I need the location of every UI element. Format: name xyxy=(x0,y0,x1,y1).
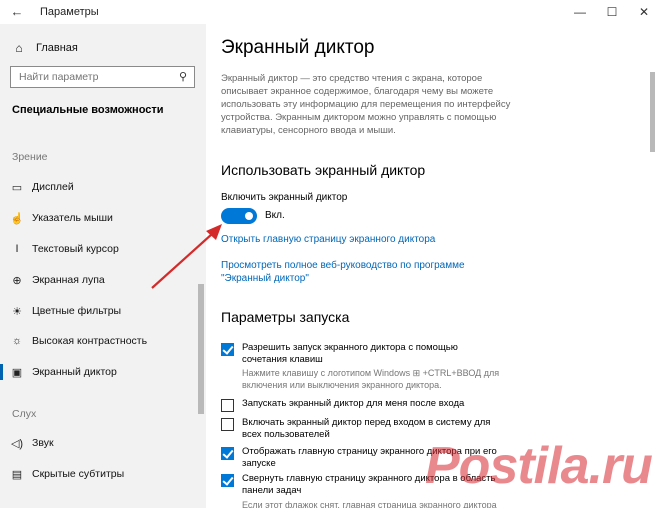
sidebar-section-title: Специальные возможности xyxy=(12,104,164,116)
checkbox[interactable] xyxy=(221,418,234,431)
shortcut-hint: Нажмите клавишу с логотипом Windows ⊞ +C… xyxy=(242,368,500,390)
page-description: Экранный диктор — это средство чтения с … xyxy=(221,73,511,136)
sidebar-item-label: Цветные фильтры xyxy=(32,305,122,317)
maximize-button[interactable]: ☐ xyxy=(598,2,626,22)
sidebar-item-color-filters[interactable]: ☀ Цветные фильтры xyxy=(0,299,200,323)
minimize-button[interactable]: — xyxy=(566,2,594,22)
title-bar: ← Параметры — ☐ ✕ xyxy=(0,0,660,24)
narrator-toggle[interactable] xyxy=(221,208,257,224)
main-scrollbar[interactable] xyxy=(650,72,655,152)
group-label-hearing: Слух xyxy=(12,408,37,420)
use-narrator-heading: Использовать экранный диктор xyxy=(221,162,426,178)
sidebar-item-narrator[interactable]: ▣ Экранный диктор xyxy=(0,360,200,384)
open-narrator-home-link[interactable]: Открыть главную страницу экранного дикто… xyxy=(221,233,435,246)
sidebar-home[interactable]: ⌂ Главная xyxy=(12,41,78,55)
close-button[interactable]: ✕ xyxy=(630,2,658,22)
search-input[interactable] xyxy=(11,67,166,87)
narrator-guide-link[interactable]: Просмотреть полное веб-руководство по пр… xyxy=(221,259,506,285)
search-icon[interactable]: ⚲ xyxy=(179,70,187,83)
checkbox[interactable] xyxy=(221,474,234,487)
mouse-pointer-icon: ☝ xyxy=(10,212,24,225)
group-label-vision: Зрение xyxy=(12,151,48,163)
option-label: Разрешить запуск экранного диктора с пом… xyxy=(242,342,458,365)
sidebar-item-text-cursor[interactable]: I Текстовый курсор xyxy=(0,237,200,261)
home-icon: ⌂ xyxy=(15,41,23,55)
sidebar-item-label: Указатель мыши xyxy=(32,212,113,224)
cut-off-hint: Если этот флажок снят, главная страница … xyxy=(242,500,497,508)
sidebar-scrollbar[interactable] xyxy=(198,284,204,414)
sidebar-item-closed-captions[interactable]: ▤ Скрытые субтитры xyxy=(0,462,200,486)
sidebar-item-display[interactable]: ▭ Дисплей xyxy=(0,175,200,199)
watermark-logo: Postila.ru xyxy=(425,437,653,495)
magnifier-icon: ⊕ xyxy=(12,274,22,287)
sidebar-item-label: Текстовый курсор xyxy=(32,243,119,255)
sidebar-item-mouse-pointer[interactable]: ☝ Указатель мыши xyxy=(0,206,200,230)
window-title: Параметры xyxy=(40,6,99,18)
sidebar-item-label: Дисплей xyxy=(32,181,74,193)
search-box[interactable]: ⚲ xyxy=(10,66,195,88)
sidebar-item-label: Экранная лупа xyxy=(32,274,105,286)
sidebar-item-high-contrast[interactable]: ☼ Высокая контрастность xyxy=(0,329,200,353)
sidebar-item-label: Звук xyxy=(32,437,54,449)
sidebar-item-label: Скрытые субтитры xyxy=(32,468,125,480)
option-shortcut[interactable]: Разрешить запуск экранного диктора с пом… xyxy=(221,342,501,366)
sidebar-item-label: Высокая контрастность xyxy=(32,335,148,347)
startup-options-heading: Параметры запуска xyxy=(221,309,350,325)
back-arrow-icon[interactable]: ← xyxy=(10,4,24,19)
display-icon: ▭ xyxy=(11,181,23,194)
high-contrast-icon: ☼ xyxy=(11,335,23,347)
sidebar-item-sound[interactable]: ◁) Звук xyxy=(0,431,200,455)
checkbox[interactable] xyxy=(221,447,234,460)
speaker-icon: ◁) xyxy=(10,437,24,450)
narrator-icon: ▣ xyxy=(11,366,23,379)
page-title: Экранный диктор xyxy=(221,37,375,58)
sidebar: ⌂ Главная ⚲ Специальные возможности Зрен… xyxy=(0,24,206,508)
toggle-label: Включить экранный диктор xyxy=(221,192,348,203)
option-start-after-signin[interactable]: Запускать экранный диктор для меня после… xyxy=(221,398,501,412)
color-filters-icon: ☀ xyxy=(12,305,22,318)
toggle-state: Вкл. xyxy=(265,210,285,221)
checkbox[interactable] xyxy=(221,343,234,356)
sidebar-item-label: Экранный диктор xyxy=(32,366,117,378)
checkbox[interactable] xyxy=(221,399,234,412)
text-cursor-icon: I xyxy=(15,243,19,255)
captions-icon: ▤ xyxy=(11,468,23,481)
option-label: Запускать экранный диктор для меня после… xyxy=(242,398,465,409)
sidebar-item-magnifier[interactable]: ⊕ Экранная лупа xyxy=(0,268,200,292)
sidebar-home-label: Главная xyxy=(36,42,78,54)
toggle-knob xyxy=(245,212,253,220)
